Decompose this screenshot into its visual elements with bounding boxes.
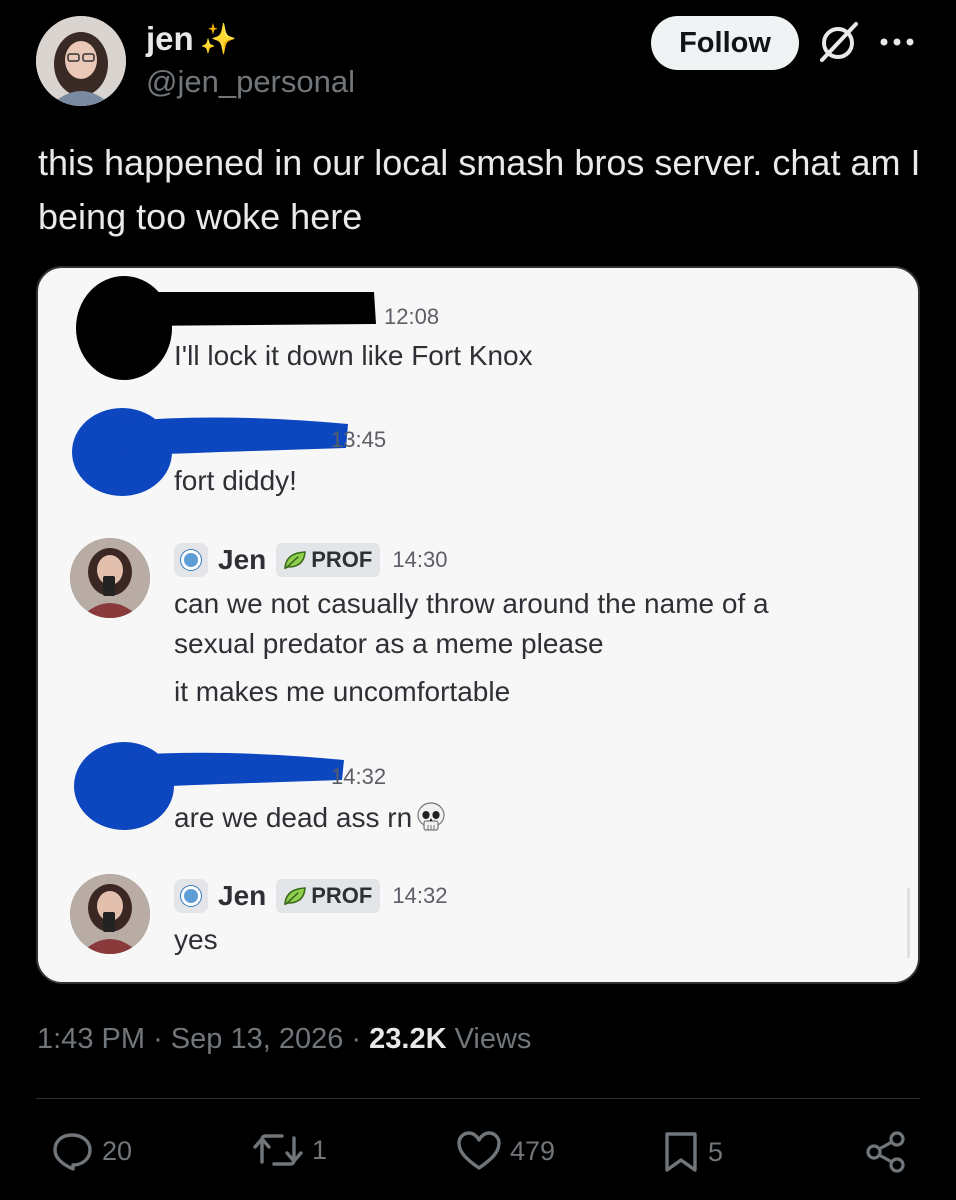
- message-timestamp: 14:32: [392, 883, 448, 908]
- sparkles-emoji: ✨: [199, 22, 238, 56]
- tweet-meta: 1:43 PM · Sep 13, 2026 · 23.2K Views: [37, 1023, 531, 1056]
- author-handle[interactable]: @jen_personal: [146, 64, 355, 100]
- server-tag-badge[interactable]: PROF: [276, 879, 381, 913]
- jen-avatar[interactable]: [70, 874, 150, 954]
- leaf-icon: [284, 551, 307, 570]
- author-avatar[interactable]: [36, 16, 126, 106]
- message-text: can we not casually throw around the nam…: [174, 588, 769, 619]
- share-icon: [866, 1131, 905, 1173]
- message-text: are we dead ass rn: [174, 802, 413, 833]
- tweet-media-image[interactable]: 12:08 I'll lock it down like Fort Knox 1…: [36, 266, 920, 984]
- skull-icon: [417, 802, 445, 831]
- message-text: sexual predator as a meme please: [174, 628, 604, 659]
- message-text: yes: [174, 924, 218, 955]
- reply-count: 20: [102, 1135, 133, 1166]
- bookmark-icon: [665, 1132, 697, 1172]
- message-text-row: are we dead ass rn: [174, 801, 448, 835]
- reply-icon: [53, 1133, 92, 1171]
- bookmark-count: 5: [708, 1136, 724, 1167]
- scrollbar: [907, 888, 910, 958]
- message-author-name[interactable]: Jen: [218, 544, 266, 576]
- like-icon: [457, 1131, 501, 1170]
- leaf-icon: [284, 887, 307, 906]
- message-timestamp: 14:32: [331, 764, 387, 789]
- views-count[interactable]: 23.2K: [369, 1023, 446, 1055]
- tweet-text: this happened in our local smash bros se…: [38, 142, 921, 237]
- server-tag-label: PROF: [311, 547, 373, 572]
- like-count: 479: [510, 1135, 556, 1166]
- message-timestamp: 13:45: [331, 427, 387, 452]
- meta-separator: ·: [351, 1023, 362, 1055]
- role-indicator-icon: [174, 543, 208, 577]
- follow-button[interactable]: Follow: [651, 16, 799, 70]
- tweet-date[interactable]: Sep 13, 2026: [171, 1023, 344, 1055]
- grok-icon[interactable]: [814, 20, 864, 66]
- meta-separator: ·: [153, 1023, 163, 1055]
- message-text: I'll lock it down like Fort Knox: [174, 340, 533, 371]
- share-button[interactable]: [864, 1130, 916, 1174]
- bookmark-button[interactable]: 5: [662, 1130, 723, 1174]
- jen-avatar[interactable]: [70, 538, 150, 618]
- role-indicator-icon: [174, 879, 208, 913]
- repost-icon: [253, 1134, 303, 1166]
- message-author-row: Jen PROF 14:30: [174, 542, 447, 578]
- like-button[interactable]: 479: [456, 1130, 555, 1172]
- message-timestamp: 12:08: [384, 304, 440, 329]
- divider: [36, 1098, 920, 1099]
- reply-button[interactable]: 20: [50, 1130, 132, 1172]
- message-timestamp: 14:30: [392, 547, 448, 572]
- views-label: Views: [454, 1023, 532, 1055]
- author-name-text[interactable]: jen: [146, 20, 194, 58]
- message-author-row: Jen PROF 14:32: [174, 878, 447, 914]
- server-tag-badge[interactable]: PROF: [276, 543, 381, 577]
- message-text: fort diddy!: [174, 465, 297, 496]
- message-author-name[interactable]: Jen: [218, 880, 266, 912]
- more-icon[interactable]: [872, 24, 922, 60]
- tweet-time[interactable]: 1:43 PM: [37, 1023, 145, 1055]
- message-text: it makes me uncomfortable: [174, 676, 511, 707]
- repost-count: 1: [312, 1134, 328, 1165]
- server-tag-label: PROF: [311, 883, 373, 908]
- repost-button[interactable]: 1: [252, 1130, 327, 1170]
- author-display-name[interactable]: jen ✨: [146, 20, 237, 58]
